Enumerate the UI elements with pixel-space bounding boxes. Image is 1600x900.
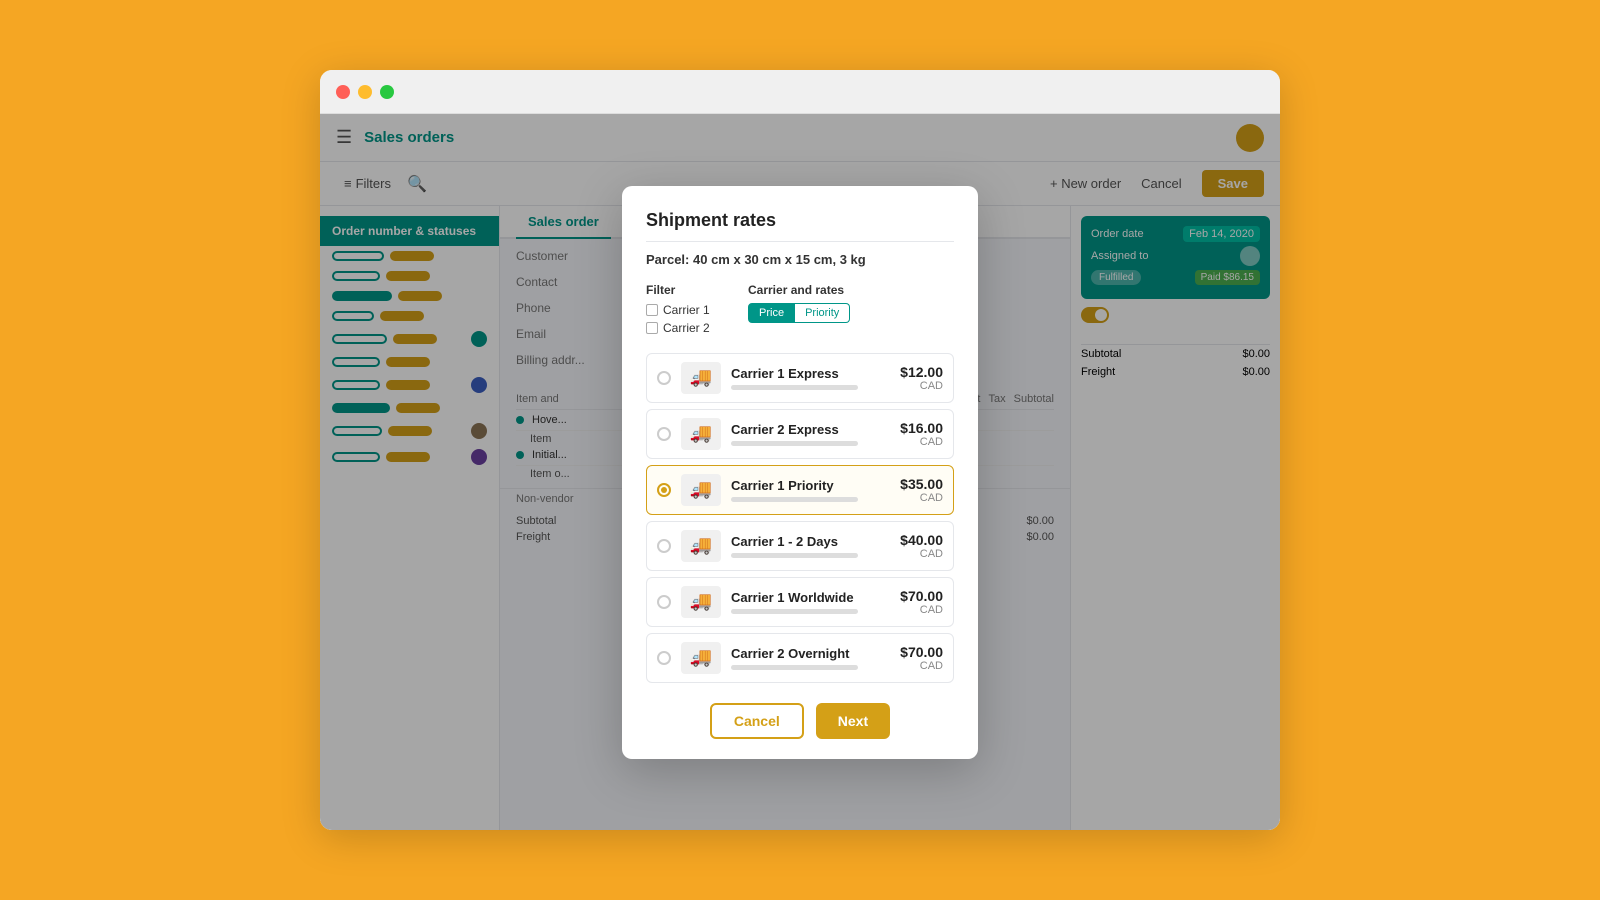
rate-currency-c1worldwide: CAD [900, 604, 943, 616]
rate-radio-c1express[interactable] [657, 371, 671, 385]
carrier-and-rates-label: Carrier and rates [748, 283, 954, 297]
rate-price-c2express: $16.00 CAD [900, 420, 943, 448]
rate-price-c1worldwide: $70.00 CAD [900, 588, 943, 616]
filter-carrier2-label: Carrier 2 [663, 321, 710, 335]
carrier-header-col: Carrier and rates Price Priority [748, 283, 954, 323]
rate-price-c1priority: $35.00 CAD [900, 476, 943, 504]
rate-name-c2overnight: Carrier 2 Overnight [731, 646, 890, 661]
rate-currency-c2express: CAD [900, 436, 943, 448]
filter-column: Filter Carrier 1 Carrier 2 [646, 283, 736, 339]
rate-price-c1express: $12.00 CAD [900, 364, 943, 392]
rate-radio-c2overnight[interactable] [657, 651, 671, 665]
close-btn[interactable] [336, 85, 350, 99]
rate-bar-c2express [731, 441, 858, 446]
rate-price-val-c12days: $40.00 [900, 532, 943, 548]
rate-price-val-c2express: $16.00 [900, 420, 943, 436]
modal-divider [646, 241, 954, 242]
rate-name-c2express: Carrier 2 Express [731, 422, 890, 437]
modal-footer: Cancel Next [646, 703, 954, 739]
filter-column-label: Filter [646, 283, 736, 297]
price-tab[interactable]: Price [748, 303, 795, 323]
parcel-value: 40 cm x 30 cm x 15 cm, 3 kg [693, 252, 866, 267]
rate-price-val-c1priority: $35.00 [900, 476, 943, 492]
rate-name-c12days: Carrier 1 - 2 Days [731, 534, 890, 549]
rate-currency-c1express: CAD [900, 380, 943, 392]
rate-name-c1worldwide: Carrier 1 Worldwide [731, 590, 890, 605]
rate-price-val-c2overnight: $70.00 [900, 644, 943, 660]
modal-cancel-button[interactable]: Cancel [710, 703, 804, 739]
rate-bar-c12days [731, 553, 858, 558]
rate-currency-c1priority: CAD [900, 492, 943, 504]
price-priority-tabs: Price Priority [748, 303, 954, 323]
rate-currency-c12days: CAD [900, 548, 943, 560]
rate-details-c2overnight: Carrier 2 Overnight [731, 646, 890, 670]
rate-details-c1worldwide: Carrier 1 Worldwide [731, 590, 890, 614]
carrier-truck-icon: 🚚 [681, 642, 721, 674]
shipment-rates-modal: Shipment rates Parcel: 40 cm x 30 cm x 1… [622, 186, 978, 759]
rate-item-c2express[interactable]: 🚚 Carrier 2 Express $16.00 CAD [646, 409, 954, 459]
carrier-truck-icon: 🚚 [681, 362, 721, 394]
browser-window: ☰ Sales orders ≡ Filters 🔍 + New order C… [320, 70, 1280, 830]
rate-list: 🚚 Carrier 1 Express $12.00 CAD [646, 353, 954, 683]
rate-price-c12days: $40.00 CAD [900, 532, 943, 560]
rate-price-val-c1express: $12.00 [900, 364, 943, 380]
carrier-truck-icon: 🚚 [681, 530, 721, 562]
rate-details-c12days: Carrier 1 - 2 Days [731, 534, 890, 558]
filter-carrier1[interactable]: Carrier 1 [646, 303, 736, 317]
rate-item-c1express[interactable]: 🚚 Carrier 1 Express $12.00 CAD [646, 353, 954, 403]
rate-radio-c2express[interactable] [657, 427, 671, 441]
rate-item-c1priority[interactable]: 🚚 Carrier 1 Priority $35.00 CAD [646, 465, 954, 515]
rate-currency-c2overnight: CAD [900, 660, 943, 672]
rate-price-c2overnight: $70.00 CAD [900, 644, 943, 672]
filter-carrier1-label: Carrier 1 [663, 303, 710, 317]
rate-name-c1express: Carrier 1 Express [731, 366, 890, 381]
rate-name-c1priority: Carrier 1 Priority [731, 478, 890, 493]
filter-checkbox-carrier1[interactable] [646, 304, 658, 316]
min-btn[interactable] [358, 85, 372, 99]
parcel-info: Parcel: 40 cm x 30 cm x 15 cm, 3 kg [646, 252, 954, 267]
rate-item-c1worldwide[interactable]: 🚚 Carrier 1 Worldwide $70.00 CAD [646, 577, 954, 627]
rate-radio-c1worldwide[interactable] [657, 595, 671, 609]
rate-details-c2express: Carrier 2 Express [731, 422, 890, 446]
rate-details-c1priority: Carrier 1 Priority [731, 478, 890, 502]
rate-radio-c1priority[interactable] [657, 483, 671, 497]
modal-overlay: Shipment rates Parcel: 40 cm x 30 cm x 1… [320, 114, 1280, 830]
carrier-truck-icon: 🚚 [681, 586, 721, 618]
filter-header-row: Filter Carrier 1 Carrier 2 Carrier and r… [646, 283, 954, 339]
rate-radio-c12days[interactable] [657, 539, 671, 553]
modal-title: Shipment rates [646, 210, 954, 231]
rate-bar-c1express [731, 385, 858, 390]
carrier-truck-icon: 🚚 [681, 418, 721, 450]
rate-price-val-c1worldwide: $70.00 [900, 588, 943, 604]
modal-next-button[interactable]: Next [816, 703, 890, 739]
max-btn[interactable] [380, 85, 394, 99]
rate-bar-c1worldwide [731, 609, 858, 614]
rate-bar-c1priority [731, 497, 858, 502]
rate-details-c1express: Carrier 1 Express [731, 366, 890, 390]
carrier-truck-icon: 🚚 [681, 474, 721, 506]
filter-checkbox-carrier2[interactable] [646, 322, 658, 334]
priority-tab[interactable]: Priority [795, 303, 850, 323]
browser-chrome [320, 70, 1280, 114]
rate-item-c2overnight[interactable]: 🚚 Carrier 2 Overnight $70.00 CAD [646, 633, 954, 683]
app-area: ☰ Sales orders ≡ Filters 🔍 + New order C… [320, 114, 1280, 830]
rate-bar-c2overnight [731, 665, 858, 670]
filter-carrier2[interactable]: Carrier 2 [646, 321, 736, 335]
parcel-label: Parcel: [646, 252, 689, 267]
rate-item-c12days[interactable]: 🚚 Carrier 1 - 2 Days $40.00 CAD [646, 521, 954, 571]
